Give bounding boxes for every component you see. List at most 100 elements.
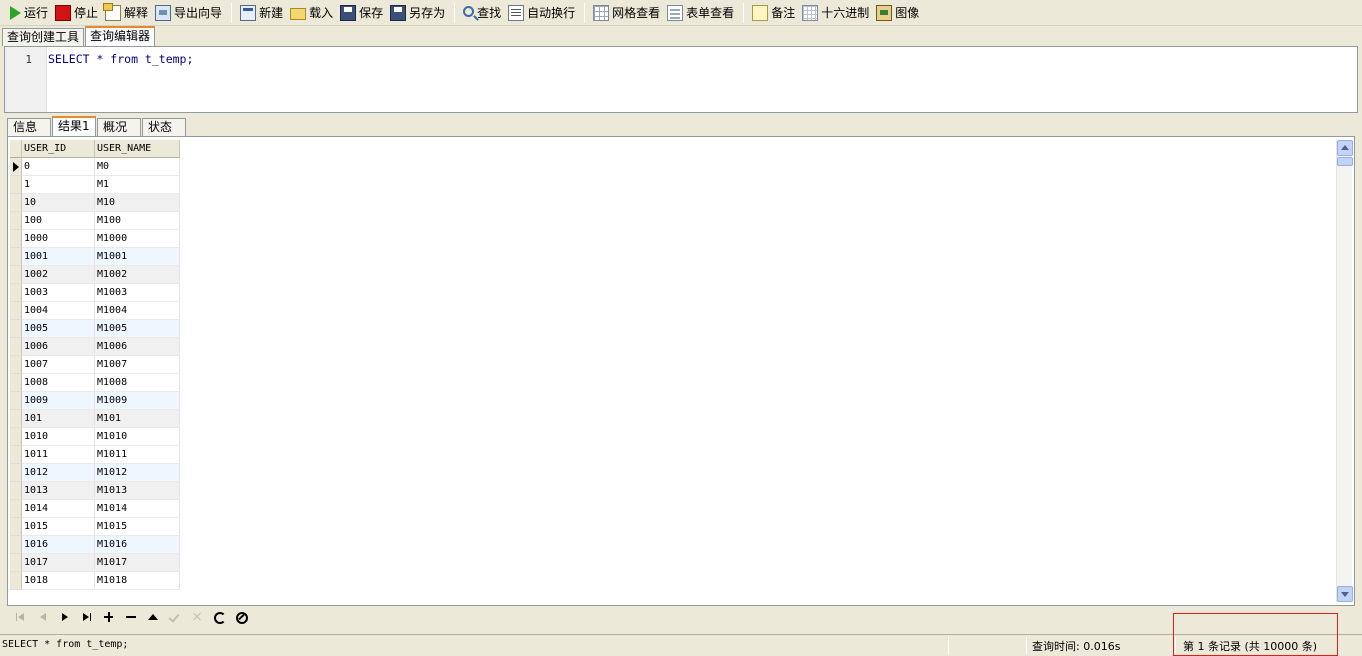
scroll-down-button[interactable] [1337, 586, 1353, 602]
cell-user-id[interactable]: 1018 [22, 572, 95, 590]
row-indicator[interactable] [10, 266, 22, 284]
row-indicator[interactable] [10, 338, 22, 356]
table-row[interactable]: 1006 M1006 [10, 338, 180, 356]
tab-info[interactable]: 信息 [7, 118, 51, 136]
cell-user-name[interactable]: M1004 [95, 302, 180, 320]
column-header-user-name[interactable]: USER_NAME [95, 140, 180, 158]
cell-user-id[interactable]: 1009 [22, 392, 95, 410]
cell-user-name[interactable]: M1009 [95, 392, 180, 410]
cell-user-id[interactable]: 1 [22, 176, 95, 194]
cell-user-id[interactable]: 100 [22, 212, 95, 230]
row-indicator[interactable] [10, 554, 22, 572]
next-record-icon[interactable] [57, 609, 73, 625]
table-row[interactable]: 1008 M1008 [10, 374, 180, 392]
cell-user-id[interactable]: 1005 [22, 320, 95, 338]
hex-button[interactable]: 十六进制 [799, 2, 873, 24]
cell-user-id[interactable]: 1012 [22, 464, 95, 482]
cell-user-id[interactable]: 1013 [22, 482, 95, 500]
explain-button[interactable]: 解释 [102, 2, 152, 24]
cell-user-id[interactable]: 1001 [22, 248, 95, 266]
cell-user-id[interactable]: 1007 [22, 356, 95, 374]
cell-user-name[interactable]: M0 [95, 158, 180, 176]
row-indicator[interactable] [10, 194, 22, 212]
vertical-scrollbar[interactable] [1336, 140, 1353, 602]
table-row[interactable]: 1001 M1001 [10, 248, 180, 266]
word-wrap-button[interactable]: 自动换行 [505, 2, 579, 24]
first-record-icon[interactable] [13, 609, 29, 625]
form-view-button[interactable]: 表单查看 [664, 2, 738, 24]
cell-user-id[interactable]: 101 [22, 410, 95, 428]
cell-user-name[interactable]: M1005 [95, 320, 180, 338]
row-indicator[interactable] [10, 428, 22, 446]
grid-view-button[interactable]: 网格查看 [590, 2, 664, 24]
save-as-button[interactable]: 另存为 [387, 2, 449, 24]
cell-user-id[interactable]: 1000 [22, 230, 95, 248]
refresh-icon[interactable] [211, 609, 227, 625]
tab-profile[interactable]: 概况 [97, 118, 141, 136]
find-button[interactable]: 查找 [460, 2, 505, 24]
export-wizard-button[interactable]: 导出向导 [152, 2, 226, 24]
table-row[interactable]: 1 M1 [10, 176, 180, 194]
cell-user-name[interactable]: M1002 [95, 266, 180, 284]
cell-user-name[interactable]: M1010 [95, 428, 180, 446]
table-row[interactable]: 1009 M1009 [10, 392, 180, 410]
row-indicator[interactable] [10, 284, 22, 302]
row-indicator[interactable] [10, 320, 22, 338]
row-indicator[interactable] [10, 410, 22, 428]
sql-text[interactable]: SELECT * from t_temp; [48, 52, 193, 66]
current-row-indicator[interactable] [10, 158, 22, 176]
table-row[interactable]: 0 M0 [10, 158, 180, 176]
row-indicator[interactable] [10, 446, 22, 464]
table-row[interactable]: 1010 M1010 [10, 428, 180, 446]
table-row[interactable]: 1005 M1005 [10, 320, 180, 338]
cell-user-id[interactable]: 1010 [22, 428, 95, 446]
cell-user-id[interactable]: 1017 [22, 554, 95, 572]
table-row[interactable]: 1012 M1012 [10, 464, 180, 482]
tab-result1[interactable]: 结果1 [52, 116, 96, 136]
table-row[interactable]: 1003 M1003 [10, 284, 180, 302]
save-button[interactable]: 保存 [337, 2, 387, 24]
cell-user-name[interactable]: M1011 [95, 446, 180, 464]
cell-user-name[interactable]: M1003 [95, 284, 180, 302]
row-indicator[interactable] [10, 302, 22, 320]
row-indicator[interactable] [10, 464, 22, 482]
cell-user-id[interactable]: 1016 [22, 536, 95, 554]
row-indicator[interactable] [10, 572, 22, 590]
table-row[interactable]: 1018 M1018 [10, 572, 180, 590]
scroll-thumb[interactable] [1337, 157, 1353, 166]
run-button[interactable]: 运行 [4, 2, 52, 24]
tab-status[interactable]: 状态 [142, 118, 186, 136]
column-header-user-id[interactable]: USER_ID [22, 140, 95, 158]
cell-user-name[interactable]: M1015 [95, 518, 180, 536]
table-row[interactable]: 10 M10 [10, 194, 180, 212]
row-indicator[interactable] [10, 500, 22, 518]
table-row[interactable]: 1007 M1007 [10, 356, 180, 374]
table-row[interactable]: 1002 M1002 [10, 266, 180, 284]
cell-user-name[interactable]: M1016 [95, 536, 180, 554]
cell-user-name[interactable]: M10 [95, 194, 180, 212]
table-row[interactable]: 101 M101 [10, 410, 180, 428]
cell-user-id[interactable]: 1015 [22, 518, 95, 536]
prior-record-icon[interactable] [35, 609, 51, 625]
stop-fetch-icon[interactable] [233, 609, 249, 625]
row-indicator[interactable] [10, 212, 22, 230]
cell-user-name[interactable]: M1013 [95, 482, 180, 500]
cell-user-id[interactable]: 1014 [22, 500, 95, 518]
cell-user-name[interactable]: M1 [95, 176, 180, 194]
apply-changes-icon[interactable] [167, 609, 183, 625]
row-indicator[interactable] [10, 176, 22, 194]
row-indicator[interactable] [10, 374, 22, 392]
cell-user-name[interactable]: M1018 [95, 572, 180, 590]
scroll-up-button[interactable] [1337, 140, 1353, 156]
new-button[interactable]: 新建 [237, 2, 287, 24]
last-record-icon[interactable] [79, 609, 95, 625]
row-indicator[interactable] [10, 482, 22, 500]
table-row[interactable]: 1013 M1013 [10, 482, 180, 500]
cell-user-name[interactable]: M1006 [95, 338, 180, 356]
discard-changes-icon[interactable] [189, 609, 205, 625]
cell-user-name[interactable]: M1012 [95, 464, 180, 482]
memo-button[interactable]: 备注 [749, 2, 799, 24]
cell-user-id[interactable]: 1002 [22, 266, 95, 284]
cell-user-id[interactable]: 1004 [22, 302, 95, 320]
cell-user-name[interactable]: M1017 [95, 554, 180, 572]
